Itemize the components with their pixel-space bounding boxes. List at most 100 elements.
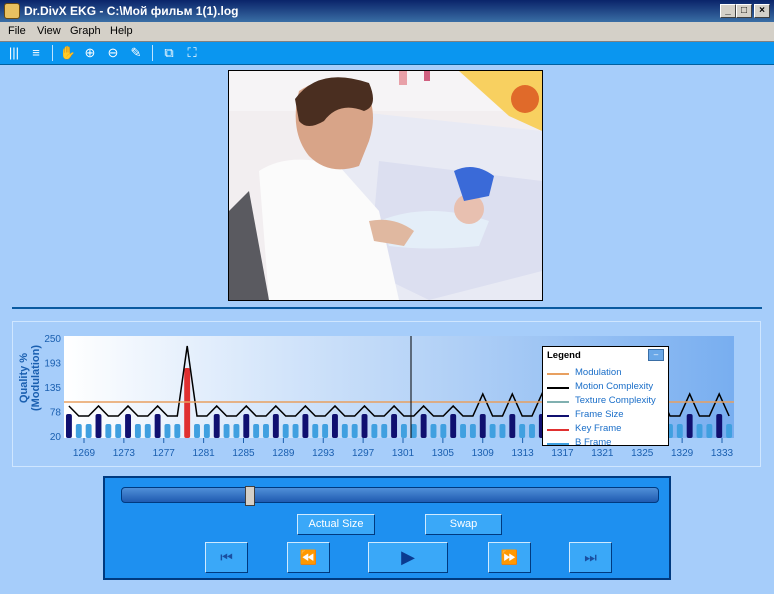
frame-size-bar bbox=[420, 414, 427, 438]
frame-size-bar bbox=[479, 414, 486, 438]
b-frame-bar bbox=[223, 424, 230, 438]
toolbar-separator bbox=[152, 45, 153, 61]
legend-item-b-frame: B Frame bbox=[547, 437, 668, 446]
b-frame-bar bbox=[410, 424, 417, 438]
legend-label: Modulation bbox=[575, 367, 622, 378]
fast-forward-button[interactable]: ⏩ bbox=[488, 542, 531, 573]
b-frame-bar bbox=[341, 424, 348, 438]
y-axis-label-line1: Quality % bbox=[18, 353, 30, 403]
frame-size-bar bbox=[332, 414, 338, 438]
toolbar: ||| ≡ ✋ ⊕ ⊖ ✎ ⧉ ⛶ bbox=[0, 42, 774, 65]
b-frame-bar bbox=[381, 424, 388, 438]
b-frame-bar bbox=[371, 424, 378, 438]
skip-to-start-button[interactable]: ⏮ bbox=[205, 542, 248, 573]
horizontal-lines-icon[interactable]: ≡ bbox=[27, 44, 45, 62]
frame-size-bar bbox=[213, 414, 220, 438]
seek-slider-thumb[interactable] bbox=[245, 486, 256, 506]
section-divider bbox=[12, 307, 762, 309]
x-tick-label: 1269 bbox=[73, 448, 96, 459]
x-tick-label: 1325 bbox=[631, 448, 654, 459]
b-frame-bar bbox=[105, 424, 112, 438]
legend-swatch bbox=[547, 401, 569, 403]
menu-view[interactable]: View bbox=[37, 25, 61, 37]
edit-icon[interactable]: ✎ bbox=[127, 44, 145, 62]
rewind-button[interactable]: ⏪ bbox=[287, 542, 330, 573]
video-frame bbox=[228, 70, 543, 301]
fit-icon[interactable]: ⛶ bbox=[183, 44, 201, 62]
b-frame-bar bbox=[164, 424, 171, 438]
x-tick-label: 1333 bbox=[711, 448, 734, 459]
legend-label: Key Frame bbox=[575, 423, 622, 434]
x-tick-label: 1273 bbox=[113, 448, 136, 459]
frame-size-bar bbox=[716, 414, 723, 438]
b-frame-bar bbox=[282, 424, 289, 438]
b-frame-bar bbox=[460, 424, 466, 438]
menu-bar: File View Graph Help bbox=[0, 22, 774, 42]
y-tick-label: 193 bbox=[44, 359, 61, 370]
maximize-button[interactable]: □ bbox=[736, 4, 752, 18]
zoom-out-icon[interactable]: ⊖ bbox=[104, 44, 122, 62]
window-title: Dr.DivX EKG - C:\Мой фильм 1(1).log bbox=[24, 4, 239, 18]
skip-to-end-button[interactable]: ⏭ bbox=[569, 542, 612, 573]
zoom-in-icon[interactable]: ⊕ bbox=[81, 44, 99, 62]
b-frame-bar bbox=[726, 424, 733, 438]
b-frame-bar bbox=[440, 424, 447, 438]
legend-item-frame-size: Frame Size bbox=[547, 409, 668, 423]
legend-item-modulation: Modulation bbox=[547, 367, 668, 381]
b-frame-bar bbox=[322, 424, 329, 438]
b-frame-bar bbox=[400, 424, 407, 438]
x-tick-label: 1285 bbox=[232, 448, 255, 459]
y-axis-label-line2: (Modulation) bbox=[30, 345, 42, 411]
actual-size-button[interactable]: Actual Size bbox=[297, 514, 375, 535]
key-frame-bar bbox=[184, 368, 191, 438]
legend-label: Motion Complexity bbox=[575, 381, 654, 392]
b-frame-bar bbox=[706, 424, 713, 438]
b-frame-bar bbox=[115, 424, 122, 438]
b-frame-bar bbox=[529, 424, 535, 438]
b-frame-bar bbox=[312, 424, 319, 438]
b-frame-bar bbox=[351, 424, 358, 438]
frame-size-bar bbox=[95, 414, 102, 438]
frame-size-bar bbox=[509, 414, 516, 438]
frame-size-bar bbox=[361, 414, 368, 438]
legend-swatch bbox=[547, 373, 569, 375]
legend-item-motion-complexity: Motion Complexity bbox=[547, 381, 668, 395]
y-tick-label: 135 bbox=[44, 383, 61, 394]
x-tick-label: 1277 bbox=[153, 448, 176, 459]
play-button[interactable]: ▶ bbox=[368, 542, 448, 573]
b-frame-bar bbox=[174, 424, 181, 438]
y-tick-label: 78 bbox=[50, 408, 62, 419]
legend-swatch bbox=[547, 429, 569, 431]
window-icon[interactable]: ⧉ bbox=[160, 44, 178, 62]
x-tick-label: 1281 bbox=[193, 448, 216, 459]
menu-help[interactable]: Help bbox=[110, 25, 133, 37]
legend-label: B Frame bbox=[575, 437, 612, 446]
x-tick-label: 1321 bbox=[591, 448, 614, 459]
x-tick-label: 1313 bbox=[512, 448, 535, 459]
menu-graph[interactable]: Graph bbox=[70, 25, 101, 37]
app-icon bbox=[4, 3, 20, 19]
vertical-lines-icon[interactable]: ||| bbox=[5, 44, 23, 62]
b-frame-bar bbox=[203, 424, 210, 438]
b-frame-bar bbox=[499, 424, 506, 438]
y-tick-label: 20 bbox=[50, 432, 62, 443]
frame-size-bar bbox=[272, 414, 279, 438]
b-frame-bar bbox=[263, 424, 269, 438]
frame-size-bar bbox=[391, 414, 398, 438]
legend-swatch bbox=[547, 443, 569, 445]
frame-size-bar bbox=[125, 414, 131, 438]
x-tick-label: 1289 bbox=[272, 448, 295, 459]
x-tick-label: 1317 bbox=[551, 448, 574, 459]
toolbar-separator bbox=[52, 45, 53, 61]
frame-size-bar bbox=[686, 414, 693, 438]
minimize-button[interactable]: _ bbox=[720, 4, 736, 18]
legend-title: Legend bbox=[547, 350, 581, 361]
hand-icon[interactable]: ✋ bbox=[59, 44, 77, 62]
menu-file[interactable]: File bbox=[8, 25, 26, 37]
b-frame-bar bbox=[134, 424, 141, 438]
playback-control-panel: Actual Size Swap ⏮ ⏪ ▶ ⏩ ⏭ bbox=[103, 476, 671, 580]
close-button[interactable]: × bbox=[754, 4, 770, 18]
legend-collapse-button[interactable]: – bbox=[648, 349, 664, 361]
swap-button[interactable]: Swap bbox=[425, 514, 502, 535]
seek-slider-track[interactable] bbox=[121, 487, 659, 503]
